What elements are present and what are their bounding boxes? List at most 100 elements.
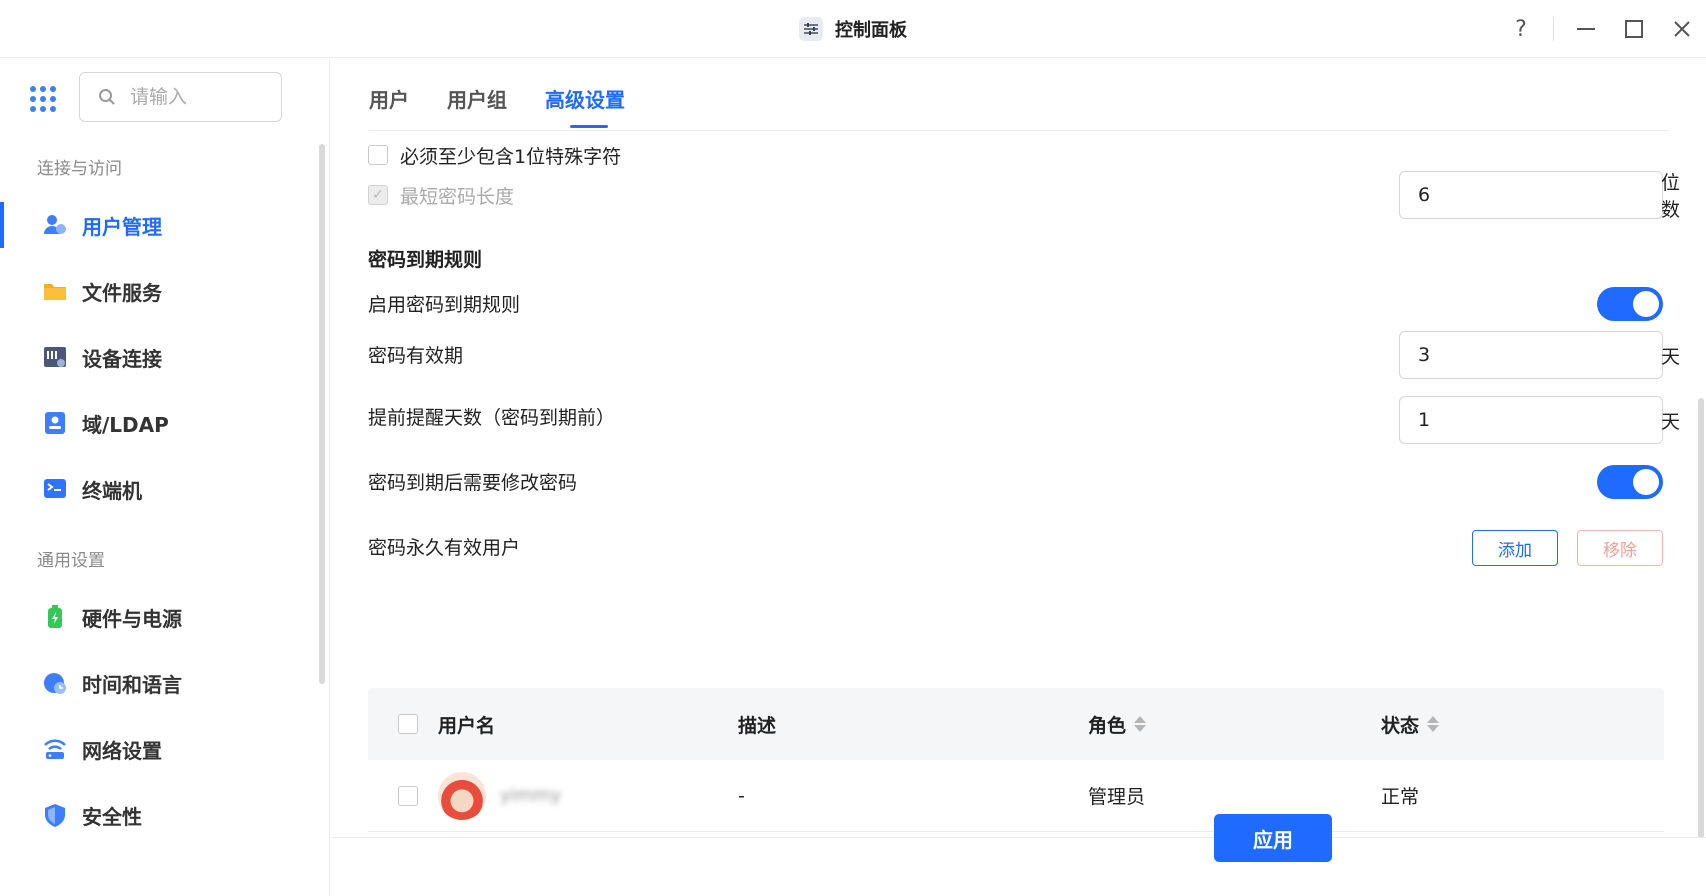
tab-user-groups[interactable]: 用户组 xyxy=(447,78,507,130)
add-user-button[interactable]: 添加 xyxy=(1472,530,1558,566)
control-panel-icon xyxy=(799,16,823,41)
force-change-label: 密码到期后需要修改密码 xyxy=(368,471,578,494)
permanent-users-label: 密码永久有效用户 xyxy=(368,536,521,559)
tab-users[interactable]: 用户 xyxy=(369,78,409,130)
sidebar-item-label: 时间和语言 xyxy=(82,672,182,697)
sidebar-item-label: 文件服务 xyxy=(82,280,162,305)
row-description: - xyxy=(738,784,745,807)
users-icon xyxy=(42,212,68,238)
sidebar-scrollbar[interactable] xyxy=(319,144,325,684)
sidebar-item-file-service[interactable]: 文件服务 xyxy=(0,262,318,320)
close-icon xyxy=(1674,21,1690,37)
min-length-unit: 位数 xyxy=(1661,172,1681,221)
help-button[interactable]: ? xyxy=(1497,0,1545,58)
row-checkbox[interactable] xyxy=(398,785,418,806)
sidebar-item-network[interactable]: 网络设置 xyxy=(0,720,318,778)
validity-field: 天 xyxy=(1399,331,1680,379)
minimize-icon xyxy=(1577,28,1595,30)
search-icon xyxy=(99,89,115,105)
permanent-users-row: 密码永久有效用户 xyxy=(368,531,520,561)
battery-icon xyxy=(42,604,68,630)
row-username: yimmy xyxy=(500,785,562,806)
validity-unit: 天 xyxy=(1661,345,1681,368)
search-input[interactable] xyxy=(130,86,270,108)
title-bar: 控制面板 ? xyxy=(0,0,1706,58)
ldap-icon xyxy=(42,410,68,436)
select-all-checkbox[interactable] xyxy=(398,714,418,734)
network-icon xyxy=(42,736,68,762)
header-status: 状态 xyxy=(1381,714,1420,737)
sidebar-item-device-connection[interactable]: 设备连接 xyxy=(0,328,318,386)
row-check-cell xyxy=(368,785,438,806)
validity-input[interactable] xyxy=(1418,344,1661,366)
min-length-checkbox[interactable]: ✓ xyxy=(368,185,388,205)
shield-icon xyxy=(42,802,68,828)
minimize-button[interactable] xyxy=(1562,0,1610,58)
permanent-users-table: 用户名 描述 角色 状态 yimmy - 管理员 正常 xyxy=(368,688,1664,832)
row-user-cell: yimmy xyxy=(438,771,738,820)
remove-user-button[interactable]: 移除 xyxy=(1577,530,1663,566)
header-status-cell[interactable]: 状态 xyxy=(1381,711,1664,738)
table-header: 用户名 描述 角色 状态 xyxy=(368,688,1664,760)
sidebar: 连接与访问 用户管理 文件服务 设备连接 域/LDAP xyxy=(0,58,330,896)
clock-icon xyxy=(42,670,68,696)
sidebar-item-label: 安全性 xyxy=(82,804,142,829)
special-char-checkbox[interactable] xyxy=(368,145,388,165)
window-title: 控制面板 xyxy=(835,19,907,41)
controls-divider xyxy=(1553,17,1554,41)
sidebar-header xyxy=(0,58,330,136)
apply-button[interactable]: 应用 xyxy=(1214,814,1332,862)
sort-icon[interactable] xyxy=(1427,716,1440,732)
header-role: 角色 xyxy=(1088,714,1127,737)
control-panel-window: 控制面板 ? 连接与访问 xyxy=(0,0,1706,896)
enable-expiry-toggle[interactable] xyxy=(1597,287,1663,321)
close-button[interactable] xyxy=(1658,0,1706,58)
remind-days-unit: 天 xyxy=(1661,410,1681,433)
sidebar-item-ldap[interactable]: 域/LDAP xyxy=(0,394,318,452)
remind-days-row: 提前提醒天数（密码到期前） xyxy=(368,401,615,431)
remind-days-input[interactable] xyxy=(1418,409,1661,431)
validity-label: 密码有效期 xyxy=(368,344,464,367)
sidebar-item-time-language[interactable]: 时间和语言 xyxy=(0,654,318,712)
sidebar-item-label: 硬件与电源 xyxy=(82,606,182,631)
header-description: 描述 xyxy=(738,714,777,737)
title-wrap: 控制面板 xyxy=(799,16,907,42)
header-role-cell[interactable]: 角色 xyxy=(1088,711,1381,738)
sort-icon[interactable] xyxy=(1134,716,1147,732)
tab-advanced-settings[interactable]: 高级设置 xyxy=(545,78,625,130)
sidebar-item-label: 设备连接 xyxy=(82,346,162,371)
sidebar-item-security[interactable]: 安全性 xyxy=(0,786,318,844)
section-label-general: 通用设置 xyxy=(37,551,105,571)
enable-expiry-label: 启用密码到期规则 xyxy=(368,293,521,316)
min-length-field: 位数 xyxy=(1399,171,1680,221)
avatar xyxy=(438,771,486,820)
folder-icon xyxy=(42,278,68,304)
main-panel: 用户 用户组 高级设置 必须至少包含1位特殊字符 ✓ 最短密码长度 位数 密码到… xyxy=(331,58,1706,896)
maximize-button[interactable] xyxy=(1610,0,1658,58)
validity-row: 密码有效期 xyxy=(368,339,463,369)
search-box xyxy=(79,72,282,122)
sidebar-item-terminal[interactable]: 终端机 xyxy=(0,460,318,518)
sidebar-item-hardware-power[interactable]: 硬件与电源 xyxy=(0,588,318,646)
apps-grid-icon[interactable] xyxy=(30,86,56,112)
table-row[interactable]: yimmy - 管理员 正常 xyxy=(368,760,1664,832)
sidebar-item-label: 用户管理 xyxy=(82,214,162,239)
min-length-label: 最短密码长度 xyxy=(400,185,515,208)
remind-days-field: 天 xyxy=(1399,396,1680,444)
sidebar-item-label: 网络设置 xyxy=(82,738,162,763)
sidebar-item-label: 终端机 xyxy=(82,478,142,503)
sidebar-item-label: 域/LDAP xyxy=(82,412,169,437)
force-change-row: 密码到期后需要修改密码 xyxy=(368,466,577,496)
terminal-icon xyxy=(42,476,68,502)
special-char-row: 必须至少包含1位特殊字符 xyxy=(368,140,621,170)
min-length-input[interactable] xyxy=(1418,184,1661,206)
sidebar-item-user-management[interactable]: 用户管理 xyxy=(0,196,318,254)
enable-expiry-row: 启用密码到期规则 xyxy=(368,288,520,318)
header-username: 用户名 xyxy=(438,714,496,737)
force-change-toggle[interactable] xyxy=(1597,465,1663,499)
main-scrollbar[interactable] xyxy=(1698,398,1704,838)
row-status: 正常 xyxy=(1381,786,1420,808)
tab-bar: 用户 用户组 高级设置 xyxy=(369,78,625,130)
remind-days-label: 提前提醒天数（密码到期前） xyxy=(368,406,616,429)
maximize-icon xyxy=(1625,20,1643,38)
